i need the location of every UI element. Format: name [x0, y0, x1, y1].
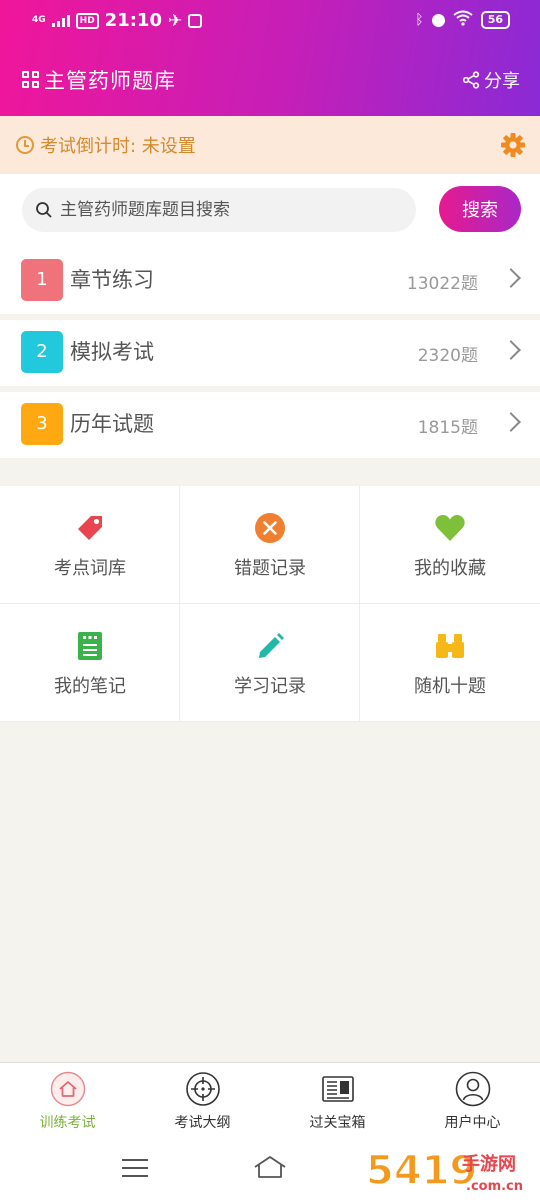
row-label: 章节练习: [70, 268, 154, 292]
row-label: 历年试题: [70, 412, 154, 436]
signal-icon: [51, 14, 70, 27]
search-button[interactable]: 搜索: [439, 186, 521, 232]
share-label: 分享: [484, 71, 520, 92]
feature-random-ten[interactable]: 随机十题: [360, 604, 540, 722]
practice-row-past-papers[interactable]: 3 历年试题 1815题: [0, 392, 540, 458]
newspaper-icon: [322, 1076, 354, 1102]
row-count: 13022题: [406, 274, 478, 294]
feature-label: 随机十题: [414, 676, 486, 697]
tab-label: 过关宝箱: [309, 1115, 366, 1131]
nav-home-icon[interactable]: [252, 1154, 288, 1180]
plane-icon: ✈: [167, 10, 183, 31]
tab-exam-syllabus[interactable]: 考试大纲: [135, 1063, 270, 1141]
heart-icon: [435, 515, 465, 541]
status-bar: 4G HD 21:10 ✈ ᛒ 56: [0, 0, 540, 40]
svg-text:5419: 5419: [366, 1148, 477, 1194]
search-input[interactable]: [60, 188, 410, 232]
alarm-icon: [431, 13, 445, 27]
share-icon: [462, 71, 480, 89]
network-type: 4G: [32, 15, 46, 25]
battery-icon: 56: [480, 11, 510, 29]
svg-text:手游网: 手游网: [462, 1153, 516, 1175]
feature-label: 错题记录: [234, 558, 306, 579]
tab-training-exam[interactable]: 训练考试: [0, 1063, 135, 1141]
target-icon: [186, 1072, 220, 1106]
page-title: 主管药师题库: [44, 69, 176, 93]
status-time: 21:10: [104, 10, 162, 31]
chevron-right-icon: [501, 340, 521, 360]
tab-user-center[interactable]: 用户中心: [405, 1063, 540, 1141]
svg-text:.com.cn: .com.cn: [466, 1179, 523, 1194]
practice-row-mock-exam[interactable]: 2 模拟考试 2320题: [0, 320, 540, 386]
feature-label: 我的收藏: [414, 558, 486, 579]
hd-badge: HD: [75, 12, 99, 29]
feature-label: 学习记录: [234, 676, 306, 697]
tag-icon: [78, 516, 102, 540]
tab-treasure-box[interactable]: 过关宝箱: [270, 1063, 405, 1141]
row-label: 模拟考试: [70, 340, 154, 364]
close-circle-icon: [255, 513, 285, 543]
clock-icon: [16, 136, 34, 154]
status-right: ᛒ 56: [415, 10, 510, 30]
feature-favorites[interactable]: 我的收藏: [360, 486, 540, 604]
pencil-icon: [259, 633, 284, 658]
tab-label: 考试大纲: [174, 1115, 231, 1131]
feature-study-history[interactable]: 学习记录: [180, 604, 360, 722]
menu-icon[interactable]: [122, 1158, 148, 1178]
row-number-badge: 3: [21, 403, 63, 445]
system-nav-bar: 5419 手游网 .com.cn: [0, 1140, 540, 1200]
row-number-badge: 2: [21, 331, 63, 373]
chevron-right-icon: [501, 268, 521, 288]
search-icon: [36, 202, 52, 218]
grid-menu-icon[interactable]: [22, 71, 40, 89]
home-icon: [50, 1071, 86, 1107]
feature-notes[interactable]: 我的笔记: [0, 604, 180, 722]
user-icon: [455, 1071, 491, 1107]
feature-keypoint-glossary[interactable]: 考点词库: [0, 486, 180, 604]
practice-row-chapter[interactable]: 1 章节练习 13022题: [0, 248, 540, 314]
site-watermark: 5419 手游网 .com.cn: [365, 1140, 536, 1200]
gear-icon[interactable]: [500, 132, 526, 158]
notebook-icon: [78, 632, 102, 660]
feature-grid: 考点词库 错题记录 我的收藏 我的笔记 学习记录 随机十题: [0, 486, 540, 722]
binoculars-icon: [436, 634, 464, 658]
row-number-badge: 1: [21, 259, 63, 301]
tab-label: 用户中心: [444, 1115, 501, 1131]
title-row: 主管药师题库 分享: [0, 58, 540, 102]
app-notify-icon: [188, 13, 203, 28]
exam-countdown-bar[interactable]: 考试倒计时: 未设置: [0, 116, 540, 174]
search-area: 搜索: [0, 174, 540, 248]
share-button[interactable]: 分享: [462, 67, 520, 93]
chevron-right-icon: [501, 412, 521, 432]
feature-label: 考点词库: [54, 558, 126, 579]
bottom-tab-bar: 训练考试 考试大纲 过关宝箱 用户中心: [0, 1062, 540, 1140]
watermark-logo: 5419 手游网 .com.cn: [365, 1147, 523, 1195]
app-header: 4G HD 21:10 ✈ ᛒ 56 主管药师题库 分享: [0, 0, 540, 116]
search-box[interactable]: [22, 188, 416, 232]
tab-label: 训练考试: [39, 1115, 96, 1131]
row-count: 1815题: [417, 418, 478, 438]
feature-label: 我的笔记: [54, 676, 126, 697]
countdown-text: 考试倒计时: 未设置: [40, 136, 196, 157]
bluetooth-icon: ᛒ: [415, 12, 424, 28]
row-count: 2320题: [417, 346, 478, 366]
feature-wrong-answers[interactable]: 错题记录: [180, 486, 360, 604]
wifi-icon: [453, 10, 473, 30]
status-left: 4G HD 21:10 ✈: [32, 10, 203, 31]
